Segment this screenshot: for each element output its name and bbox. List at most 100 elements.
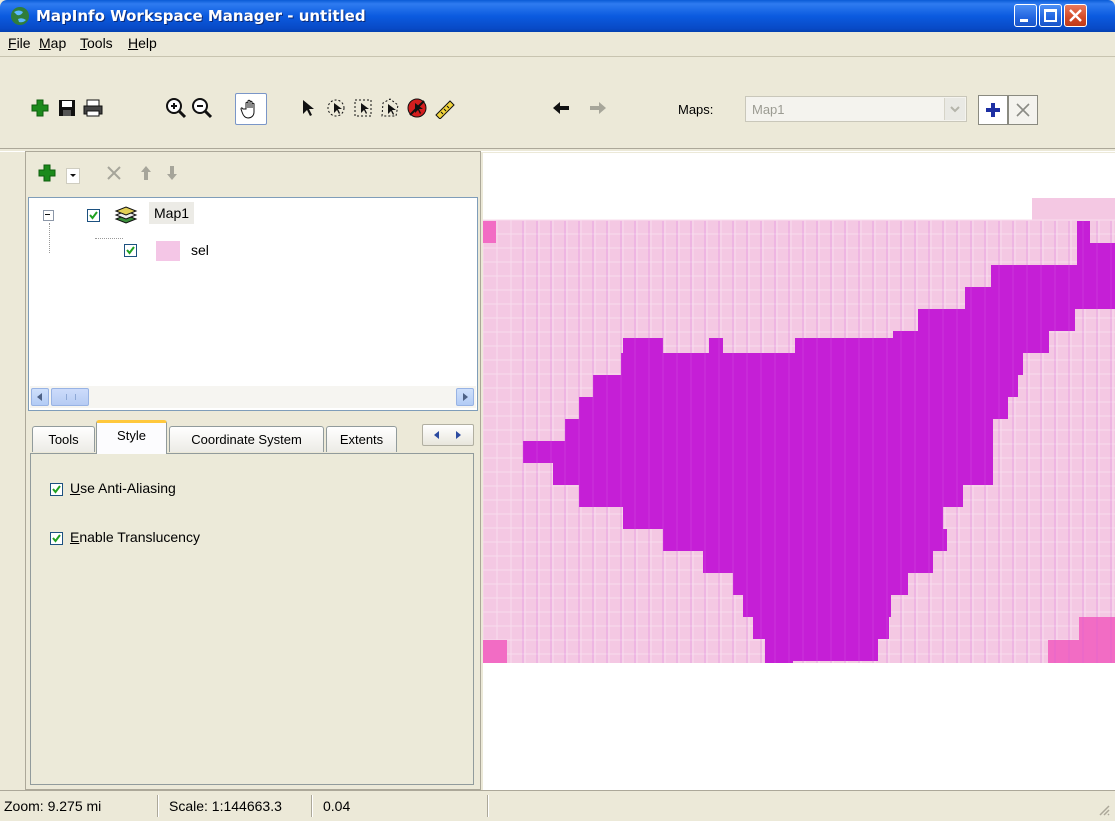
globe-icon xyxy=(11,7,29,25)
selected-region-cell xyxy=(553,463,993,485)
raster-background xyxy=(1032,198,1115,220)
menu-help[interactable]: Help xyxy=(128,35,157,51)
status-scale: Scale: 1:144663.3 xyxy=(169,798,282,814)
selected-region-cell xyxy=(753,617,889,639)
close-icon xyxy=(107,166,121,180)
add-layer-dropdown[interactable] xyxy=(66,168,80,184)
menu-map[interactable]: Map xyxy=(39,35,66,51)
check-icon xyxy=(126,246,135,255)
clear-select-icon[interactable] xyxy=(404,95,430,121)
tab-style[interactable]: Style xyxy=(96,420,167,454)
chevron-right-icon[interactable] xyxy=(454,431,462,439)
chevron-down-icon xyxy=(70,174,76,177)
remove-map-button[interactable] xyxy=(1008,95,1038,125)
selected-region-cell xyxy=(579,485,963,507)
radius-select-icon[interactable] xyxy=(323,95,349,121)
horizontal-scrollbar[interactable] xyxy=(30,386,476,408)
selected-region-cell xyxy=(621,353,1023,375)
remove-layer-button[interactable] xyxy=(106,165,122,185)
title-bar[interactable]: MapInfo Workspace Manager - untitled xyxy=(0,0,1115,32)
layer-map1-label[interactable]: Map1 xyxy=(149,202,195,224)
layer-sel-label[interactable]: sel xyxy=(191,242,209,258)
tab-scroll-buttons[interactable] xyxy=(422,424,474,446)
layers-stack-icon xyxy=(114,205,138,229)
polygon-select-icon[interactable] xyxy=(377,95,403,121)
add-layer-button[interactable] xyxy=(37,163,57,187)
arrow-up-icon xyxy=(141,166,151,180)
status-divider xyxy=(311,795,313,817)
print-icon[interactable] xyxy=(80,95,106,121)
info-tool-icon[interactable] xyxy=(431,95,457,121)
settings-tabs: Tools Style Coordinate System Extents xyxy=(28,420,478,454)
check-icon xyxy=(89,211,98,220)
check-icon xyxy=(52,534,61,543)
forward-arrow-icon[interactable] xyxy=(585,95,611,121)
anti-aliasing-label[interactable]: Use Anti-Aliasing xyxy=(70,480,176,496)
map-canvas[interactable] xyxy=(482,153,1115,790)
translucency-checkbox[interactable] xyxy=(50,532,63,545)
selected-region-cell xyxy=(991,265,1115,287)
status-divider xyxy=(487,795,489,817)
select-arrow-icon[interactable] xyxy=(295,95,321,121)
map-layer-render xyxy=(482,198,1115,663)
add-map-button[interactable] xyxy=(978,95,1008,125)
translucency-label[interactable]: Enable Translucency xyxy=(70,529,200,545)
maps-dropdown-value: Map1 xyxy=(752,102,785,117)
selected-region-cell xyxy=(703,551,933,573)
close-icon xyxy=(1016,103,1030,117)
menu-tools[interactable]: Tools xyxy=(80,35,113,51)
chevron-down-icon[interactable] xyxy=(944,98,965,120)
map1-checkbox[interactable] xyxy=(87,209,100,222)
zoom-out-icon[interactable] xyxy=(189,95,215,121)
plus-icon xyxy=(38,164,56,182)
minimize-button[interactable] xyxy=(1014,4,1037,27)
tab-coordinate-system[interactable]: Coordinate System xyxy=(169,426,324,452)
close-button[interactable] xyxy=(1064,4,1087,27)
maps-dropdown[interactable]: Map1 xyxy=(745,96,967,122)
tab-tools[interactable]: Tools xyxy=(32,426,95,452)
selected-region-cell xyxy=(623,507,943,529)
tree-line xyxy=(49,223,51,253)
selected-region-cell xyxy=(965,287,1115,309)
chevron-left-icon[interactable] xyxy=(433,431,441,439)
marquee-select-icon[interactable] xyxy=(350,95,376,121)
layer-toolbar xyxy=(28,157,478,193)
raster-cell xyxy=(1048,640,1115,663)
move-up-button[interactable] xyxy=(140,165,152,185)
pan-hand-icon[interactable] xyxy=(235,93,267,125)
scroll-left-button[interactable] xyxy=(31,388,49,406)
close-icon xyxy=(1069,9,1082,22)
zoom-in-icon[interactable] xyxy=(163,95,189,121)
menu-bar: File Map Tools Help xyxy=(0,32,1115,57)
style-tab-panel: Use Anti-Aliasing Enable Translucency xyxy=(30,453,474,785)
tree-line xyxy=(95,238,123,240)
back-arrow-icon[interactable] xyxy=(548,95,574,121)
check-icon xyxy=(52,485,61,494)
status-bar: Zoom: 9.275 mi Scale: 1:144663.3 0.04 xyxy=(0,790,1115,821)
save-icon[interactable] xyxy=(54,95,80,121)
tab-extents[interactable]: Extents xyxy=(326,426,397,452)
window-title: MapInfo Workspace Manager - untitled xyxy=(36,7,366,25)
resize-grip-icon[interactable] xyxy=(1097,803,1111,817)
scroll-thumb[interactable] xyxy=(51,388,89,406)
raster-cell xyxy=(483,221,496,243)
selected-region-cell xyxy=(733,573,908,595)
plus-icon xyxy=(986,103,1000,117)
layer-tree[interactable]: Map1 sel xyxy=(28,197,478,411)
maximize-button[interactable] xyxy=(1039,4,1062,27)
layer-style-swatch xyxy=(156,241,180,261)
arrow-down-icon xyxy=(167,166,177,180)
status-value: 0.04 xyxy=(323,798,351,814)
anti-aliasing-checkbox[interactable] xyxy=(50,483,63,496)
raster-cell xyxy=(483,640,507,663)
add-icon[interactable] xyxy=(27,95,53,121)
status-divider xyxy=(157,795,159,817)
sel-checkbox[interactable] xyxy=(124,244,137,257)
collapse-toggle[interactable] xyxy=(43,210,54,221)
scroll-right-button[interactable] xyxy=(456,388,474,406)
selected-region-cell xyxy=(663,529,947,551)
selected-region-cell xyxy=(918,309,1075,331)
move-down-button[interactable] xyxy=(166,165,178,185)
menu-file[interactable]: File xyxy=(8,35,31,51)
maps-label: Maps: xyxy=(678,102,714,117)
